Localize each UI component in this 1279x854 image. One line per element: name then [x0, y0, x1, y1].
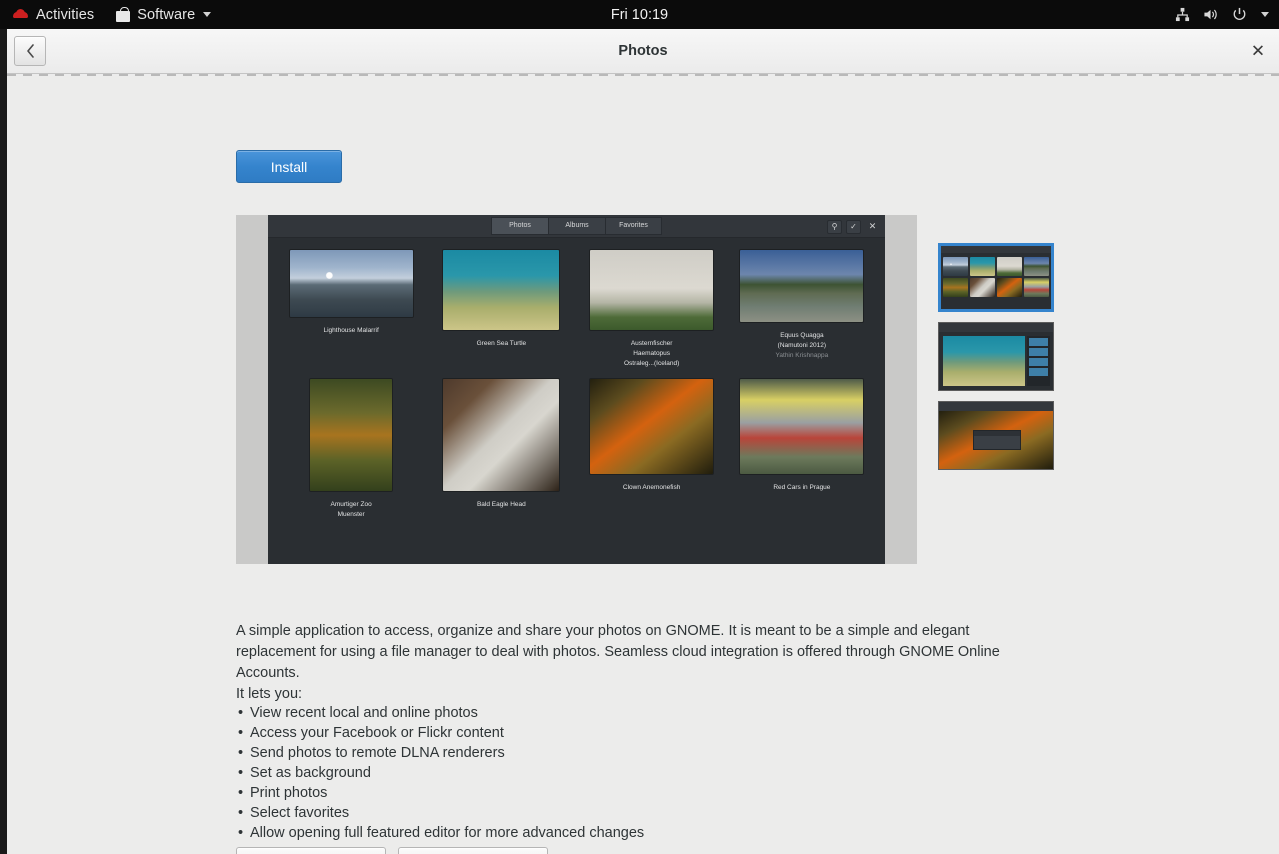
photo-bald-eagle	[443, 379, 560, 492]
list-item: Allow opening full featured editor for m…	[236, 823, 936, 843]
volume-high-icon	[1203, 7, 1219, 22]
screenshot-thumbnail-turtle-detail[interactable]	[938, 322, 1054, 391]
shopping-bag-icon	[116, 7, 131, 22]
list-item: View recent local and online photos	[236, 703, 936, 723]
photo-caption-title: Equus Quagga (Namutoni 2012)	[777, 332, 827, 350]
close-button[interactable]: ✕	[1249, 43, 1267, 60]
app-details-content: Install Photos Albums Favorites ⚲ ✓ ✕ Li…	[7, 76, 1279, 854]
screenshot-thumbnail-overview-grid[interactable]	[938, 243, 1054, 312]
thumbnail-share-dialog	[973, 429, 1022, 451]
list-item: Select favorites	[236, 803, 936, 823]
network-wired-icon	[1175, 7, 1190, 22]
list-item: Access your Facebook or Flickr content	[236, 723, 936, 743]
screenshot-thumbnail-list	[938, 243, 1056, 480]
feature-items: View recent local and online photos Acce…	[236, 703, 936, 843]
screenshot-photo-row: Lighthouse Malarrif Green Sea Turtle Aus…	[276, 250, 877, 369]
photo-caption: Clown Anemonefish	[622, 484, 681, 492]
photo-green-sea-turtle	[443, 250, 560, 330]
app-feature-list: It lets you: View recent local and onlin…	[236, 686, 936, 843]
screenshot-photo-cell: Bald Eagle Head	[426, 379, 576, 520]
screenshot-photo-grid: Lighthouse Malarrif Green Sea Turtle Aus…	[268, 238, 885, 520]
photo-caption-author: Yathin Krishnappa	[775, 352, 829, 360]
page-title: Photos	[618, 43, 668, 59]
photo-caption: Red Cars in Prague	[773, 484, 831, 492]
system-top-bar: Activities Software Fri 10:19	[0, 0, 1279, 29]
photo-caption: Amurtiger Zoo Muenster	[330, 501, 372, 519]
photo-lighthouse	[289, 250, 413, 317]
photo-caption: Equus Quagga (Namutoni 2012) Yathin Krish…	[742, 331, 862, 361]
redhat-logo-icon	[12, 8, 29, 21]
list-item: Print photos	[236, 783, 936, 803]
app-menu-software[interactable]: Software	[105, 0, 222, 29]
photo-caption: Bald Eagle Head	[476, 501, 526, 509]
thumbnail-body	[939, 332, 1053, 390]
thumbnail-sidebar	[1027, 336, 1050, 386]
install-button[interactable]: Install	[236, 150, 342, 183]
photo-red-cars-prague	[740, 379, 864, 475]
website-button[interactable]: Website	[236, 847, 386, 854]
photo-caption: Austernfischer Haematopus Ostraleg...(Ic…	[623, 340, 680, 368]
system-status-area[interactable]	[1175, 0, 1273, 29]
screenshot-thumbnail-clownfish-share[interactable]	[938, 401, 1054, 470]
photo-amurtiger	[310, 379, 393, 492]
screenshot-main-image: Photos Albums Favorites ⚲ ✓ ✕ Lighthouse…	[268, 215, 885, 564]
install-button-label: Install	[270, 158, 308, 175]
close-icon: ✕	[868, 221, 877, 231]
thumbnail-headerbar	[939, 323, 1053, 332]
screenshot-tab-favorites: Favorites	[605, 217, 662, 235]
screenshot-tab-photos: Photos	[491, 217, 548, 235]
thumbnail-body	[939, 411, 1053, 469]
list-item: Set as background	[236, 763, 936, 783]
chevron-down-icon[interactable]	[1261, 12, 1269, 17]
screenshot-photo-cell: Austernfischer Haematopus Ostraleg...(Ic…	[577, 250, 727, 369]
screenshot-photo-row: Amurtiger Zoo Muenster Bald Eagle Head C…	[276, 379, 877, 520]
activities-label: Activities	[36, 6, 95, 23]
app-description: A simple application to access, organize…	[236, 623, 1000, 682]
thumbnail-headerbar	[939, 402, 1053, 411]
photo-caption: Lighthouse Malarrif	[323, 327, 379, 334]
screenshot-photo-cell: Green Sea Turtle	[426, 250, 576, 369]
window-header-bar: Photos ✕	[7, 29, 1279, 74]
thumbnail-main-photo	[943, 336, 1025, 386]
list-item: Send photos to remote DLNA renderers	[236, 743, 936, 763]
photo-caption: Green Sea Turtle	[476, 340, 527, 347]
donate-button[interactable]: Donate	[398, 847, 548, 854]
photo-oystercatcher	[590, 250, 714, 330]
photo-clown-anemonefish	[590, 379, 714, 475]
power-icon	[1232, 7, 1247, 22]
photo-equus-quagga	[740, 250, 864, 322]
feature-list-intro: It lets you:	[236, 686, 303, 702]
screenshot-carousel[interactable]: Photos Albums Favorites ⚲ ✓ ✕ Lighthouse…	[236, 215, 917, 564]
screenshot-tab-albums: Albums	[548, 217, 605, 235]
app-action-buttons: Website Donate	[236, 847, 548, 854]
thumbnail-body	[939, 253, 1053, 311]
screenshot-photo-cell: Amurtiger Zoo Muenster	[276, 379, 426, 520]
app-menu-label: Software	[137, 6, 196, 23]
screenshot-photo-cell: Equus Quagga (Namutoni 2012) Yathin Krish…	[727, 250, 877, 369]
screenshot-photo-cell: Red Cars in Prague	[727, 379, 877, 520]
search-icon: ⚲	[827, 219, 842, 234]
screenshot-app-headerbar: Photos Albums Favorites ⚲ ✓ ✕	[268, 215, 885, 238]
check-icon: ✓	[846, 219, 861, 234]
screenshot-photo-cell: Lighthouse Malarrif	[276, 250, 426, 369]
thumbnail-headerbar	[939, 244, 1053, 253]
software-window: Photos ✕ Install Photos Albums Favorites…	[7, 29, 1279, 854]
activities-button[interactable]: Activities	[0, 0, 105, 29]
chevron-down-icon	[203, 12, 212, 17]
screenshot-photo-cell: Clown Anemonefish	[577, 379, 727, 520]
